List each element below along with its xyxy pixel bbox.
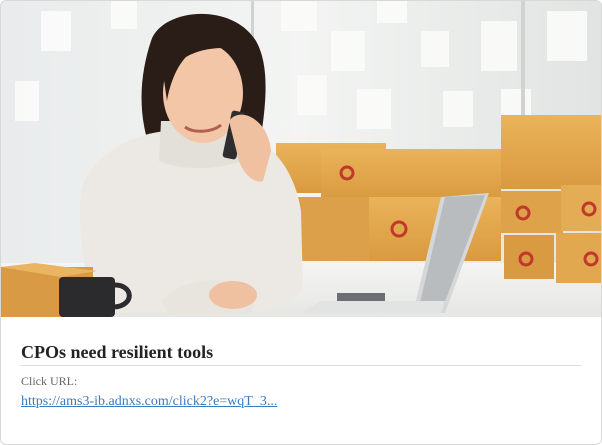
click-url-label: Click URL:: [21, 374, 78, 388]
card-title: CPOs need resilient tools: [21, 342, 581, 366]
ad-preview-card: CPOs need resilient tools Click URL: htt…: [0, 0, 602, 445]
click-url-link[interactable]: https://ams3-ib.adnxs.com/click2?e=wqT_3…: [21, 394, 277, 410]
card-body: CPOs need resilient tools Click URL: htt…: [21, 317, 581, 410]
hero-image[interactable]: [1, 1, 601, 317]
